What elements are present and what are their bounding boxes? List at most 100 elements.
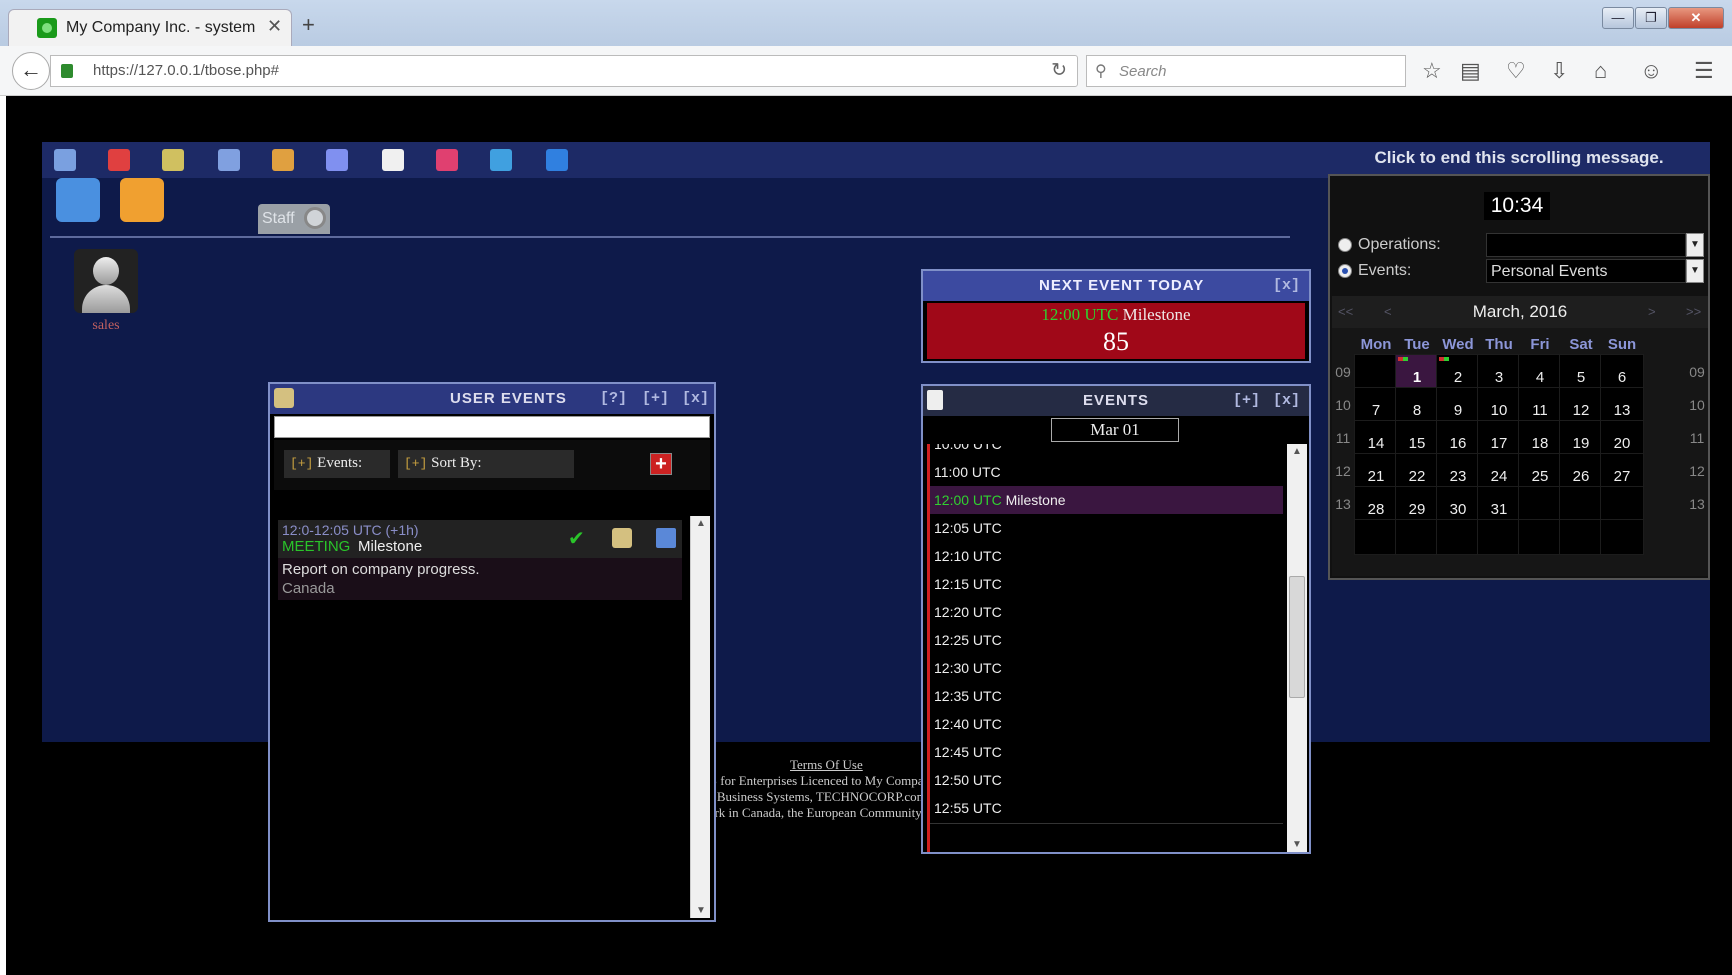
calendar-day[interactable]: 14 <box>1354 420 1398 456</box>
presentation-icon[interactable] <box>218 149 240 171</box>
help-button[interactable]: [?] <box>600 390 627 407</box>
calendar-day[interactable]: 19 <box>1559 420 1603 456</box>
time-slot[interactable]: 12:20 UTC <box>930 598 1283 628</box>
menu-icon[interactable]: ☰ <box>1694 58 1714 84</box>
staff-group-icon[interactable] <box>120 178 164 222</box>
close-button[interactable]: [x] <box>1273 392 1300 409</box>
avatar[interactable] <box>74 249 138 313</box>
close-window-button[interactable]: ✕ <box>1668 7 1724 29</box>
events-select[interactable]: Personal Events <box>1486 259 1686 283</box>
tab-close-icon[interactable]: ✕ <box>267 16 282 37</box>
people-list-icon[interactable] <box>272 149 294 171</box>
user-events-filter-input[interactable] <box>274 416 710 438</box>
operations-select[interactable] <box>1486 233 1686 257</box>
time-slot[interactable]: 11:00 UTC <box>930 458 1283 488</box>
edit-icon[interactable] <box>656 528 676 548</box>
calendar-day[interactable]: 22 <box>1395 453 1439 489</box>
events-titlebar[interactable]: EVENTS [+] [x] <box>923 386 1309 416</box>
calendar-day[interactable]: 5 <box>1559 354 1603 390</box>
calendar-day[interactable]: 21 <box>1354 453 1398 489</box>
reading-list-icon[interactable]: ▤ <box>1460 58 1481 84</box>
user-name[interactable]: sales <box>74 318 138 334</box>
download-icon[interactable]: ⇩ <box>1550 58 1568 84</box>
scanner-icon[interactable] <box>54 149 76 171</box>
calendar-day[interactable]: 6 <box>1600 354 1644 390</box>
bookmark-star-icon[interactable]: ☆ <box>1422 58 1442 84</box>
time-slot[interactable]: 12:25 UTC <box>930 626 1283 656</box>
calendar-day[interactable]: 8 <box>1395 387 1439 423</box>
browser-tab[interactable]: My Company Inc. - system ✕ <box>8 9 292 46</box>
calendar-day[interactable]: 23 <box>1436 453 1480 489</box>
time-slot[interactable]: 12:50 UTC <box>930 766 1283 796</box>
calendar-day[interactable]: 11 <box>1518 387 1562 423</box>
scrolling-message[interactable]: Click to end this scrolling message. <box>1328 142 1710 174</box>
calendar-day[interactable]: 27 <box>1600 453 1644 489</box>
next-month-button[interactable]: > <box>1648 304 1656 319</box>
calendar-day[interactable]: 12 <box>1559 387 1603 423</box>
time-slot[interactable]: 12:05 UTC <box>930 514 1283 544</box>
calendar-day[interactable]: 26 <box>1559 453 1603 489</box>
calendar-day[interactable]: 17 <box>1477 420 1521 456</box>
staff-tab[interactable]: Staff <box>258 204 330 234</box>
windows-icon[interactable] <box>382 149 404 171</box>
scroll-down-icon[interactable]: ▼ <box>696 905 706 916</box>
maximize-button[interactable]: ❐ <box>1635 7 1667 29</box>
reload-icon[interactable]: ↻ <box>1051 59 1067 82</box>
time-slot-highlighted[interactable]: 12:00 UTC Milestone <box>930 486 1283 516</box>
expand-button[interactable]: [+] <box>642 390 669 407</box>
calendar-day[interactable]: 1 <box>1395 354 1439 390</box>
calendar-day[interactable]: 28 <box>1354 486 1398 522</box>
events-filter-select[interactable]: [+] Events: <box>284 450 390 478</box>
calendar-day[interactable]: 9 <box>1436 387 1480 423</box>
sort-by-select[interactable]: [+] Sort By: <box>398 450 574 478</box>
back-button[interactable]: ← <box>12 52 50 90</box>
calendar-day[interactable]: 25 <box>1518 453 1562 489</box>
minimize-button[interactable]: — <box>1602 7 1634 29</box>
expand-button[interactable]: [+] <box>1233 392 1260 409</box>
home-icon[interactable]: ⌂ <box>1594 58 1607 84</box>
chevron-down-icon[interactable]: ▼ <box>1686 259 1704 283</box>
close-button[interactable]: [x] <box>682 390 709 407</box>
checkmark-icon[interactable]: ✔ <box>568 526 585 551</box>
time-slot[interactable]: 12:10 UTC <box>930 542 1283 572</box>
pen-icon[interactable] <box>546 149 568 171</box>
shuffle-icon[interactable] <box>326 149 348 171</box>
time-slot[interactable]: 12:45 UTC <box>930 738 1283 768</box>
list-item[interactable]: 12:0-12:05 UTC (+1h) MEETING Milestone ✔ <box>278 520 682 558</box>
assign-user-icon[interactable] <box>612 528 632 548</box>
tools-icon[interactable] <box>436 149 458 171</box>
calendar-day[interactable]: 4 <box>1518 354 1562 390</box>
search-input[interactable]: ⚲ Search <box>1086 55 1406 87</box>
phone-icon[interactable] <box>108 149 130 171</box>
calendar-day[interactable]: 30 <box>1436 486 1480 522</box>
events-date-picker[interactable]: Mar 01 <box>1051 418 1179 442</box>
scroll-up-icon[interactable]: ▲ <box>696 518 706 529</box>
calendar-day[interactable]: 13 <box>1600 387 1644 423</box>
user-events-scrollbar[interactable]: ▲ ▼ <box>690 516 710 918</box>
calendar-day[interactable]: 2 <box>1436 354 1480 390</box>
calendar-day[interactable]: 10 <box>1477 387 1521 423</box>
pocket-icon[interactable]: ♡ <box>1506 58 1526 84</box>
calendar-day[interactable]: 18 <box>1518 420 1562 456</box>
next-event-titlebar[interactable]: NEXT EVENT TODAY [x] <box>923 271 1309 301</box>
calendar-day[interactable]: 15 <box>1395 420 1439 456</box>
calendar-day[interactable]: 16 <box>1436 420 1480 456</box>
time-slot[interactable]: 12:15 UTC <box>930 570 1283 600</box>
contacts-card-icon[interactable] <box>56 178 100 222</box>
calendar-day[interactable]: 7 <box>1354 387 1398 423</box>
scroll-up-icon[interactable]: ▲ <box>1292 446 1302 457</box>
calendar-day[interactable]: 20 <box>1600 420 1644 456</box>
add-event-button[interactable]: + <box>650 453 672 475</box>
grid-icon[interactable] <box>490 149 512 171</box>
scroll-thumb[interactable] <box>1289 576 1305 698</box>
new-tab-button[interactable]: + <box>302 12 315 38</box>
calendar-day[interactable]: 24 <box>1477 453 1521 489</box>
operations-radio[interactable] <box>1338 238 1352 252</box>
calendar-day[interactable]: 3 <box>1477 354 1521 390</box>
time-slot[interactable]: 12:35 UTC <box>930 682 1283 712</box>
events-radio[interactable] <box>1338 264 1352 278</box>
chevron-down-icon[interactable]: ▼ <box>1686 233 1704 257</box>
time-slot[interactable]: 12:55 UTC <box>930 794 1283 824</box>
bank-icon[interactable] <box>162 149 184 171</box>
next-year-button[interactable]: >> <box>1686 304 1701 319</box>
